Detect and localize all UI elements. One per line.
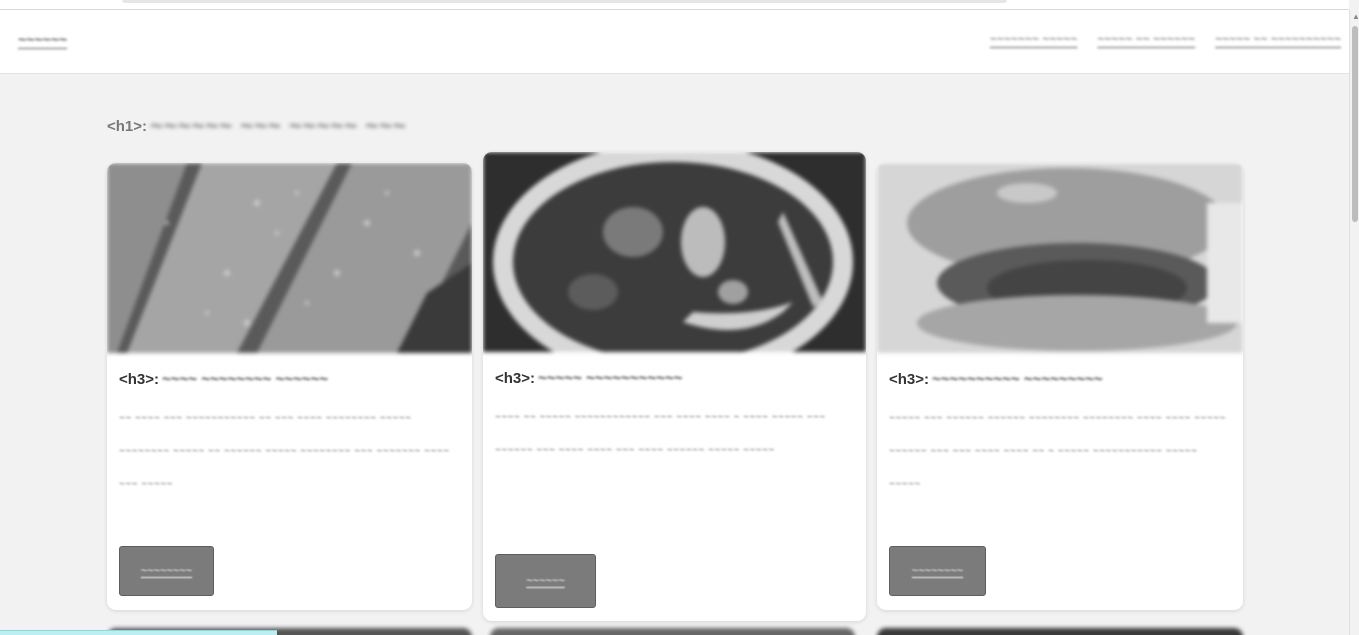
nav-link-3[interactable]: ~~~~~ ~~ ~~~~~~~~~~ bbox=[1215, 32, 1341, 46]
site-logo[interactable]: ~~~~~~ bbox=[18, 31, 67, 47]
recipe-card-3: <h3>: ~~~~~~~~~~ ~~~~~~~~~ ~~~~~ ~~~ ~~~… bbox=[877, 163, 1243, 610]
site-header: ~~~~~~ ~~~~~~~ ~~~~~ ~~~~~ ~~ ~~~~~~ ~~~… bbox=[0, 10, 1349, 74]
page-title-row: <h1>: ~~~~~~ ~~~ ~~~~~ ~~~ bbox=[107, 113, 407, 139]
card-button-label-2: ~~~~~~ bbox=[526, 575, 565, 587]
card-title-3: ~~~~~~~~~~ ~~~~~~~~~ bbox=[932, 371, 1103, 388]
scrollbar-thumb[interactable] bbox=[1352, 26, 1358, 222]
food-image-sandwich bbox=[877, 163, 1243, 353]
card-button-3[interactable]: ~~~~~~~~ bbox=[889, 546, 986, 596]
card-button-2[interactable]: ~~~~~~ bbox=[495, 554, 596, 608]
card-description-2: ~~~~ ~~ ~~~~~ ~~~~~~~~~~~~ ~~~ ~~~~ ~~~~… bbox=[495, 412, 826, 456]
card-heading-2: <h3>: ~~~~~ ~~~~~~~~~~~ bbox=[495, 370, 854, 387]
scroll-up-arrow-icon[interactable]: ▲ bbox=[1352, 12, 1359, 21]
nav-link-1[interactable]: ~~~~~~~ ~~~~~ bbox=[990, 32, 1077, 46]
nav-link-2[interactable]: ~~~~~ ~~ ~~~~~~ bbox=[1097, 32, 1195, 46]
title-tag-label: <h1>: bbox=[107, 117, 148, 135]
top-navigation: ~~~~~~~ ~~~~~ ~~~~~ ~~ ~~~~~~ ~~~~~ ~~ ~… bbox=[990, 32, 1341, 46]
card-button-1[interactable]: ~~~~~~~~ bbox=[119, 546, 214, 596]
heading-tag-label: <h3>: bbox=[495, 370, 536, 387]
card-description-1: ~~ ~~~~ ~~~ ~~~~~~~~~~~ ~~ ~~~ ~~~~ ~~~~… bbox=[119, 413, 450, 490]
card-image-1 bbox=[107, 163, 472, 353]
card-button-label-3: ~~~~~~~~ bbox=[911, 565, 964, 577]
card-button-label-1: ~~~~~~~~ bbox=[140, 565, 193, 577]
card-peek-5 bbox=[490, 628, 855, 635]
bottom-notification-bar[interactable] bbox=[0, 630, 277, 635]
card-title-2: ~~~~~ ~~~~~~~~~~~ bbox=[538, 370, 683, 387]
card-image-2 bbox=[483, 152, 866, 382]
card-heading-3: <h3>: ~~~~~~~~~~ ~~~~~~~~~ bbox=[889, 371, 1231, 388]
food-image-bread bbox=[107, 163, 472, 353]
card-heading-1: <h3>: ~~~~ ~~~~~~~~ ~~~~~~ bbox=[119, 371, 460, 388]
heading-tag-label: <h3>: bbox=[889, 371, 930, 388]
page: ~~~~~~ ~~~~~~~ ~~~~~ ~~~~~ ~~ ~~~~~~ ~~~… bbox=[0, 0, 1359, 635]
card-title-1: ~~~~ ~~~~~~~~ ~~~~~~ bbox=[162, 371, 329, 388]
recipe-card-2: <h3>: ~~~~~ ~~~~~~~~~~~ ~~~~ ~~ ~~~~~ ~~… bbox=[483, 152, 866, 621]
address-bar-edge[interactable] bbox=[122, 0, 1007, 3]
card-description-3: ~~~~~ ~~~ ~~~~~~ ~~~~~~ ~~~~~~~~ ~~~~~~~… bbox=[889, 413, 1226, 490]
vertical-scrollbar[interactable]: ▲ bbox=[1349, 10, 1359, 635]
browser-top-strip bbox=[0, 0, 1349, 10]
food-image-bowl bbox=[483, 152, 866, 382]
card-image-3 bbox=[877, 163, 1243, 353]
page-title: ~~~~~~ ~~~ ~~~~~ ~~~ bbox=[150, 113, 407, 138]
recipe-card-1: <h3>: ~~~~ ~~~~~~~~ ~~~~~~ ~~ ~~~~ ~~~ ~… bbox=[107, 163, 472, 610]
card-peek-6 bbox=[877, 628, 1243, 635]
heading-tag-label: <h3>: bbox=[119, 371, 160, 388]
